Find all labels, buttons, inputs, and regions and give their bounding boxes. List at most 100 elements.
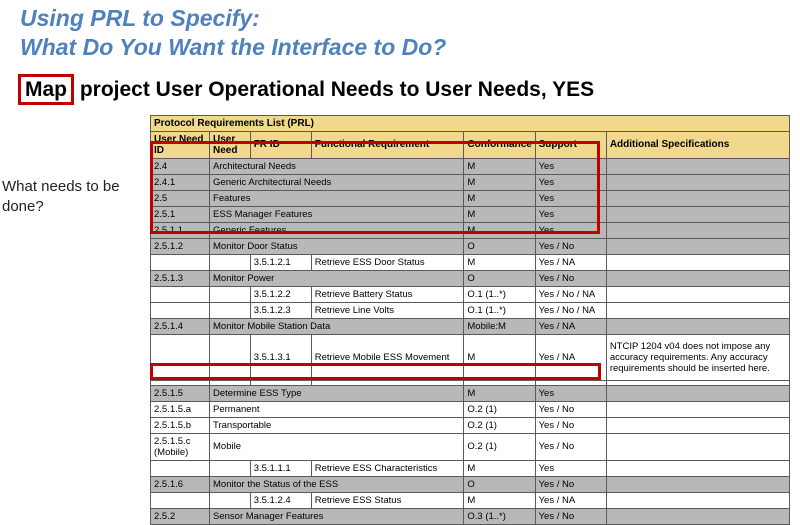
- cell-fr-id: 3.5.1.2.1: [250, 254, 311, 270]
- cell-functional-requirement: Retrieve ESS Status: [311, 492, 464, 508]
- cell-conformance: Mobile:M: [464, 318, 535, 334]
- cell-additional-spec: [606, 190, 789, 206]
- cell-support: Yes: [535, 385, 606, 401]
- cell-fr-id: 3.5.1.2.3: [250, 302, 311, 318]
- cell-user-need: [210, 334, 251, 380]
- cell-support: Yes: [535, 190, 606, 206]
- cell-user-need: Determine ESS Type: [210, 385, 464, 401]
- cell-user-need: [210, 492, 251, 508]
- cell-fr-id: 3.5.1.2.4: [250, 492, 311, 508]
- cell-conformance: M: [464, 460, 535, 476]
- col-user-need: User Need: [210, 131, 251, 158]
- sidebar-question: What needs to be done?: [2, 177, 142, 218]
- subtitle-highlight-word: Map: [18, 74, 74, 105]
- cell-functional-requirement: Retrieve Mobile ESS Movement: [311, 334, 464, 380]
- cell-user-need-id: 2.5.1.4: [151, 318, 210, 334]
- title-line-1: Using PRL to Specify:: [20, 4, 780, 33]
- title-line-2: What Do You Want the Interface to Do?: [20, 33, 780, 62]
- cell-conformance: O.2 (1): [464, 433, 535, 460]
- cell-support: Yes / No: [535, 476, 606, 492]
- cell-fr-id: 3.5.1.1.1: [250, 460, 311, 476]
- cell-conformance: O.1 (1..*): [464, 286, 535, 302]
- cell-additional-spec: [606, 206, 789, 222]
- col-functional-requirement: Functional Requirement: [311, 131, 464, 158]
- cell-functional-requirement: Retrieve ESS Door Status: [311, 254, 464, 270]
- cell-user-need-id: [151, 286, 210, 302]
- table-row: 2.5.1.5.c (Mobile)MobileO.2 (1)Yes / No: [151, 433, 790, 460]
- column-header-row: User Need ID User Need FR ID Functional …: [151, 131, 790, 158]
- cell-user-need-id: 2.4.1: [151, 174, 210, 190]
- cell-user-need: [210, 302, 251, 318]
- cell-additional-spec: [606, 238, 789, 254]
- table-row: 3.5.1.2.3Retrieve Line VoltsO.1 (1..*)Ye…: [151, 302, 790, 318]
- cell-user-need-id: 2.5.2: [151, 508, 210, 524]
- col-additional-spec: Additional Specifications: [606, 131, 789, 158]
- table-row: 2.4.1Generic Architectural NeedsMYes: [151, 174, 790, 190]
- cell-additional-spec: [606, 385, 789, 401]
- cell-user-need: Features: [210, 190, 464, 206]
- subtitle-rest: project User Operational Needs to User N…: [74, 78, 594, 101]
- cell-additional-spec: [606, 158, 789, 174]
- prl-table: Protocol Requirements List (PRL) User Ne…: [150, 115, 790, 525]
- cell-additional-spec: [606, 302, 789, 318]
- cell-support: Yes / No: [535, 417, 606, 433]
- cell-additional-spec: [606, 254, 789, 270]
- cell-user-need-id: 2.5.1.5: [151, 385, 210, 401]
- cell-user-need-id: 2.5.1.5.b: [151, 417, 210, 433]
- cell-user-need: Generic Features: [210, 222, 464, 238]
- subtitle: Map project User Operational Needs to Us…: [0, 62, 800, 109]
- table-row: 2.4Architectural NeedsMYes: [151, 158, 790, 174]
- cell-user-need: Transportable: [210, 417, 464, 433]
- cell-user-need: Mobile: [210, 433, 464, 460]
- cell-conformance: O.1 (1..*): [464, 302, 535, 318]
- cell-support: Yes / NA: [535, 254, 606, 270]
- table-row: 3.5.1.3.1Retrieve Mobile ESS MovementMYe…: [151, 334, 790, 380]
- cell-functional-requirement: Retrieve Battery Status: [311, 286, 464, 302]
- cell-additional-spec: [606, 508, 789, 524]
- cell-additional-spec: [606, 460, 789, 476]
- table-row: 2.5.1.2Monitor Door StatusOYes / No: [151, 238, 790, 254]
- table-superheader: Protocol Requirements List (PRL): [151, 115, 790, 131]
- cell-user-need: Sensor Manager Features: [210, 508, 464, 524]
- cell-conformance: M: [464, 334, 535, 380]
- cell-user-need: Generic Architectural Needs: [210, 174, 464, 190]
- cell-user-need-id: 2.5.1.5.a: [151, 401, 210, 417]
- cell-additional-spec: [606, 417, 789, 433]
- cell-support: Yes / No / NA: [535, 286, 606, 302]
- cell-support: Yes / No: [535, 433, 606, 460]
- cell-user-need: Monitor the Status of the ESS: [210, 476, 464, 492]
- cell-user-need-id: [151, 460, 210, 476]
- table-row: 2.5FeaturesMYes: [151, 190, 790, 206]
- cell-support: Yes / NA: [535, 492, 606, 508]
- cell-user-need-id: 2.5.1.1: [151, 222, 210, 238]
- cell-conformance: O: [464, 270, 535, 286]
- cell-user-need-id: 2.5.1.6: [151, 476, 210, 492]
- cell-user-need-id: [151, 492, 210, 508]
- cell-support: Yes: [535, 460, 606, 476]
- cell-user-need-id: 2.4: [151, 158, 210, 174]
- cell-additional-spec: NTCIP 1204 v04 does not impose any accur…: [606, 334, 789, 380]
- cell-functional-requirement: Retrieve Line Volts: [311, 302, 464, 318]
- cell-user-need: [210, 460, 251, 476]
- cell-conformance: O.3 (1..*): [464, 508, 535, 524]
- table-row: 3.5.1.2.2Retrieve Battery StatusO.1 (1..…: [151, 286, 790, 302]
- slide-title: Using PRL to Specify: What Do You Want t…: [0, 0, 800, 62]
- cell-user-need-id: 2.5.1.5.c (Mobile): [151, 433, 210, 460]
- table-row: 2.5.1.5.aPermanentO.2 (1)Yes / No: [151, 401, 790, 417]
- table-row: 2.5.2Sensor Manager FeaturesO.3 (1..*)Ye…: [151, 508, 790, 524]
- cell-user-need-id: [151, 254, 210, 270]
- cell-support: Yes: [535, 174, 606, 190]
- cell-additional-spec: [606, 492, 789, 508]
- table-row: 2.5.1.5Determine ESS TypeMYes: [151, 385, 790, 401]
- table-row: 2.5.1.5.bTransportableO.2 (1)Yes / No: [151, 417, 790, 433]
- cell-conformance: M: [464, 385, 535, 401]
- cell-user-need-id: 2.5: [151, 190, 210, 206]
- cell-user-need: Monitor Mobile Station Data: [210, 318, 464, 334]
- table-row: 3.5.1.1.1Retrieve ESS CharacteristicsMYe…: [151, 460, 790, 476]
- cell-fr-id: 3.5.1.3.1: [250, 334, 311, 380]
- cell-user-need: [210, 286, 251, 302]
- cell-user-need-id: 2.5.1.2: [151, 238, 210, 254]
- table-row: 2.5.1.3Monitor PowerOYes / No: [151, 270, 790, 286]
- cell-user-need-id: [151, 302, 210, 318]
- cell-additional-spec: [606, 174, 789, 190]
